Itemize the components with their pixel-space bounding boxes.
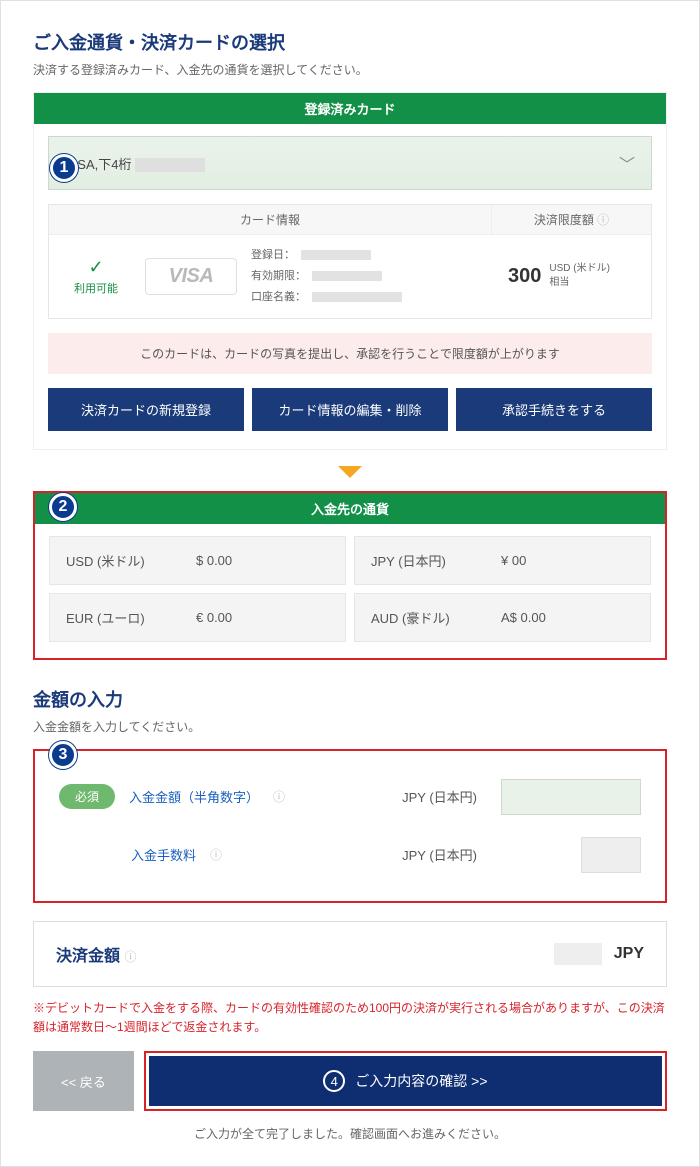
card-status: ✓ 利用可能 xyxy=(61,257,131,296)
debit-warning: ※デビットカードで入金をする際、カードの有効性確認のため100円の決済が実行され… xyxy=(33,999,667,1037)
section1-title: ご入金通貨・決済カードの選択 xyxy=(33,29,667,55)
card-header: 登録済みカード xyxy=(34,93,666,124)
card-info-table: カード情報 決済限度額 ⓘ ✓ 利用可能 VISA 登録日： 有効 xyxy=(48,204,652,319)
fee-currency: JPY (日本円) xyxy=(402,845,477,864)
settlement-value xyxy=(554,943,602,965)
settlement-unit: JPY xyxy=(614,945,644,963)
step-badge-2: 2 xyxy=(49,493,77,521)
footer-note: ご入力が全て完了しました。確認画面へお進みください。 xyxy=(33,1125,667,1142)
help-icon[interactable]: ⓘ xyxy=(210,846,222,863)
help-icon[interactable]: ⓘ xyxy=(273,788,285,805)
info-head-limit: 決済限度額 ⓘ xyxy=(491,205,651,235)
section3-sub: 入金金額を入力してください。 xyxy=(33,718,667,735)
section3-title: 金額の入力 xyxy=(33,686,667,712)
required-tag: 必須 xyxy=(59,784,115,809)
back-button[interactable]: << 戻る xyxy=(33,1051,134,1111)
currency-item-eur[interactable]: EUR (ユーロ) € 0.00 xyxy=(49,593,346,642)
amount-currency: JPY (日本円) xyxy=(402,787,477,806)
amount-block: 必須 入金金額（半角数字） ⓘ JPY (日本円) 入金手数料 ⓘ JPY (日… xyxy=(33,749,667,903)
currency-block: 入金先の通貨 USD (米ドル) $ 0.00 JPY (日本円) ¥ 00 E… xyxy=(33,491,667,660)
confirm-button[interactable]: 4 ご入力内容の確認 >> xyxy=(149,1056,662,1106)
currency-item-aud[interactable]: AUD (豪ドル) A$ 0.00 xyxy=(354,593,651,642)
step-badge-4: 4 xyxy=(323,1070,345,1092)
card-block: 登録済みカード 1 VISA,下4桁 ﹀ カード情報 決済限度額 ⓘ xyxy=(33,92,667,450)
pink-notice: このカードは、カードの写真を提出し、承認を行うことで限度額が上がります xyxy=(48,333,652,374)
step-badge-1: 1 xyxy=(50,154,78,182)
dropdown-label: VISA,下4桁 xyxy=(65,154,205,173)
chevron-down-icon: ﹀ xyxy=(619,151,635,175)
amount-input[interactable] xyxy=(501,779,641,815)
settlement-label: 決済金額 ⓘ xyxy=(56,942,136,966)
btn-approve[interactable]: 承認手続きをする xyxy=(456,388,652,431)
card-details: 登録日： 有効期限： 口座名義： xyxy=(251,245,465,308)
amount-label: 入金金額（半角数字） xyxy=(129,787,259,806)
btn-edit-card[interactable]: カード情報の編集・削除 xyxy=(252,388,448,431)
card-dropdown[interactable]: VISA,下4桁 ﹀ xyxy=(48,136,652,190)
fee-label: 入金手数料 xyxy=(131,845,196,864)
section1-sub: 決済する登録済みカード、入金先の通貨を選択してください。 xyxy=(33,61,667,78)
info-head-card: カード情報 xyxy=(49,205,491,235)
check-icon: ✓ xyxy=(61,257,131,278)
btn-new-card[interactable]: 決済カードの新規登録 xyxy=(48,388,244,431)
currency-item-usd[interactable]: USD (米ドル) $ 0.00 xyxy=(49,536,346,585)
card-brand: VISA xyxy=(145,258,237,295)
step-badge-3: 3 xyxy=(49,741,77,769)
currency-header: 入金先の通貨 xyxy=(35,493,665,524)
currency-item-jpy[interactable]: JPY (日本円) ¥ 00 xyxy=(354,536,651,585)
fee-display xyxy=(581,837,641,873)
settlement-box: 決済金額 ⓘ JPY xyxy=(33,921,667,987)
card-limit: 300 USD (米ドル) 相当 xyxy=(479,262,639,290)
arrow-down-icon xyxy=(33,466,667,481)
